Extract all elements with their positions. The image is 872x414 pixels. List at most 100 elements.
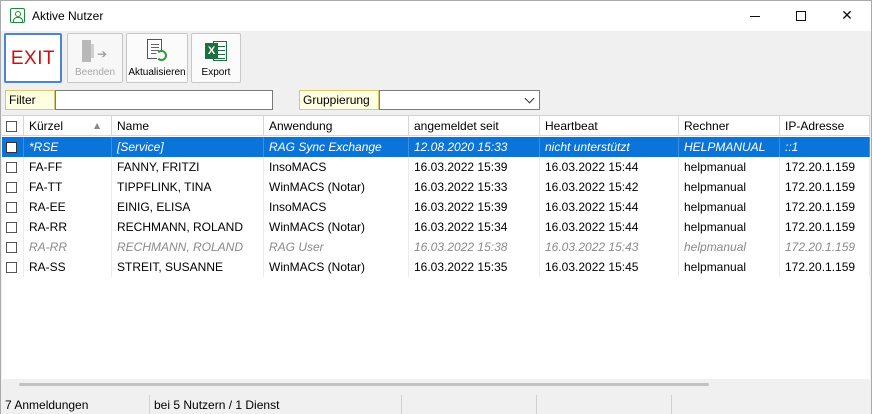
cell-anwendung: RAG User (264, 237, 409, 257)
cell-ip-adresse: ::1 (780, 137, 870, 157)
table-row[interactable]: RA-RR RECHMANN, ROLAND WinMACS (Notar) 16.0… (2, 217, 870, 237)
aktualisieren-button[interactable]: Aktualisieren (126, 33, 188, 83)
cell-angemeldet-seit: 16.03.2022 15:39 (409, 197, 540, 217)
cell-checkbox[interactable] (2, 257, 24, 277)
excel-letter: X (205, 43, 218, 59)
beenden-label: Beenden (74, 67, 116, 78)
beenden-button[interactable]: ➔ Beenden (67, 33, 123, 83)
cell-angemeldet-seit: 16.03.2022 15:39 (409, 157, 540, 177)
cell-ip-adresse: 172.20.1.159 (780, 237, 870, 257)
cell-heartbeat: 16.03.2022 15:44 (540, 197, 679, 217)
cell-name: FANNY, FRITZI (112, 157, 264, 177)
close-button[interactable]: ✕ (824, 1, 870, 31)
cell-name: RECHMANN, ROLAND (112, 217, 264, 237)
cell-kuerzel: FA-FF (24, 157, 112, 177)
cell-anwendung: WinMACS (Notar) (264, 257, 409, 277)
cell-rechner: helpmanual (679, 217, 780, 237)
export-button[interactable]: X Export (191, 33, 241, 83)
cell-checkbox[interactable] (2, 217, 24, 237)
cell-rechner: helpmanual (679, 237, 780, 257)
filter-label: Filter (5, 90, 55, 110)
maximize-button[interactable] (778, 1, 824, 31)
column-header-angemeldet-seit[interactable]: angemeldet seit (409, 116, 540, 136)
status-empty-1 (402, 395, 537, 414)
close-icon: ✕ (841, 8, 853, 24)
column-header-heartbeat[interactable]: Heartbeat (540, 116, 679, 136)
cell-kuerzel: RA-EE (24, 197, 112, 217)
cell-kuerzel: RA-RR (24, 237, 112, 257)
table-row[interactable]: RA-RR RECHMANN, ROLAND RAG User 16.03.2022 … (2, 237, 870, 257)
filter-row: Filter Gruppierung (1, 88, 871, 114)
refresh-document-icon (146, 39, 168, 63)
cell-checkbox[interactable] (2, 157, 24, 177)
aktualisieren-label: Aktualisieren (128, 67, 186, 78)
cell-ip-adresse: 172.20.1.159 (780, 157, 870, 177)
cell-ip-adresse: 172.20.1.159 (780, 197, 870, 217)
cell-anwendung: RAG Sync Exchange (264, 137, 409, 157)
cell-name: TIPPFLINK, TINA (112, 177, 264, 197)
active-users-window: Aktive Nutzer ✕ EXIT ➔ Beenden Aktualisi… (0, 0, 872, 414)
title-bar[interactable]: Aktive Nutzer ✕ (1, 1, 871, 31)
grouping-label: Gruppierung (299, 90, 379, 110)
excel-icon: X (205, 39, 229, 63)
table-row[interactable]: *RSE [Service] RAG Sync Exchange 12.08.2020… (2, 137, 870, 157)
cell-kuerzel: FA-TT (24, 177, 112, 197)
column-header-name[interactable]: Name (112, 116, 264, 136)
cell-angemeldet-seit: 16.03.2022 15:35 (409, 257, 540, 277)
status-bar: 7 Anmeldungen bei 5 Nutzern / 1 Dienst (1, 395, 871, 414)
cell-ip-adresse: 172.20.1.159 (780, 257, 870, 277)
minimize-button[interactable] (732, 1, 778, 31)
cell-anwendung: InsoMACS (264, 197, 409, 217)
cell-rechner: helpmanual (679, 257, 780, 277)
select-all-checkbox[interactable] (6, 121, 17, 132)
column-header-rechner[interactable]: Rechner (679, 116, 780, 136)
row-checkbox[interactable] (6, 162, 17, 173)
cell-angemeldet-seit: 12.08.2020 15:33 (409, 137, 540, 157)
row-checkbox[interactable] (6, 262, 17, 273)
row-checkbox[interactable] (6, 142, 17, 153)
cell-anwendung: WinMACS (Notar) (264, 217, 409, 237)
column-header-ip-adresse[interactable]: IP-Adresse (780, 116, 870, 136)
horizontal-scrollbar[interactable] (19, 383, 709, 386)
user-icon (10, 8, 25, 23)
cell-checkbox[interactable] (2, 197, 24, 217)
table-row[interactable]: FA-FF FANNY, FRITZI InsoMACS 16.03.2022 15:… (2, 157, 870, 177)
table-row[interactable]: RA-EE EINIG, ELISA InsoMACS 16.03.2022 15:3… (2, 197, 870, 217)
row-checkbox[interactable] (6, 242, 17, 253)
cell-heartbeat: 16.03.2022 15:43 (540, 237, 679, 257)
table-row[interactable]: FA-TT TIPPFLINK, TINA WinMACS (Notar) 16.03… (2, 177, 870, 197)
table-row[interactable]: RA-SS STREIT, SUSANNE WinMACS (Notar) 16.03… (2, 257, 870, 277)
status-summary: bei 5 Nutzern / 1 Dienst (150, 395, 402, 414)
cell-checkbox[interactable] (2, 177, 24, 197)
cell-rechner: HELPMANUAL (679, 137, 780, 157)
cell-kuerzel: RA-SS (24, 257, 112, 277)
status-empty-2 (537, 395, 672, 414)
cell-angemeldet-seit: 16.03.2022 15:34 (409, 217, 540, 237)
sort-ascending-icon: ▲ (94, 121, 101, 130)
users-table[interactable]: Kürzel ▲ Name Anwendung angemeldet seit … (2, 115, 870, 379)
row-checkbox[interactable] (6, 222, 17, 233)
chevron-down-icon[interactable] (524, 93, 535, 104)
exit-label: EXIT (10, 48, 56, 69)
cell-checkbox[interactable] (2, 237, 24, 257)
cell-ip-adresse: 172.20.1.159 (780, 217, 870, 237)
export-label: Export (201, 67, 231, 78)
filter-input[interactable] (55, 90, 273, 110)
cell-heartbeat: nicht unterstützt (540, 137, 679, 157)
row-checkbox[interactable] (6, 182, 17, 193)
cell-checkbox[interactable] (2, 137, 24, 157)
grouping-select[interactable] (379, 90, 540, 110)
column-header-kuerzel[interactable]: Kürzel ▲ (24, 116, 112, 136)
row-checkbox[interactable] (6, 202, 17, 213)
minimize-icon (750, 15, 760, 17)
window-title: Aktive Nutzer (32, 9, 104, 23)
select-all-cell[interactable] (2, 116, 24, 136)
cell-heartbeat: 16.03.2022 15:44 (540, 217, 679, 237)
exit-button[interactable]: EXIT (4, 33, 62, 83)
cell-angemeldet-seit: 16.03.2022 15:38 (409, 237, 540, 257)
cell-heartbeat: 16.03.2022 15:45 (540, 257, 679, 277)
cell-name: EINIG, ELISA (112, 197, 264, 217)
toolbar: EXIT ➔ Beenden Aktualisieren X Export (1, 31, 871, 87)
column-header-anwendung[interactable]: Anwendung (264, 116, 409, 136)
cell-anwendung: WinMACS (Notar) (264, 177, 409, 197)
